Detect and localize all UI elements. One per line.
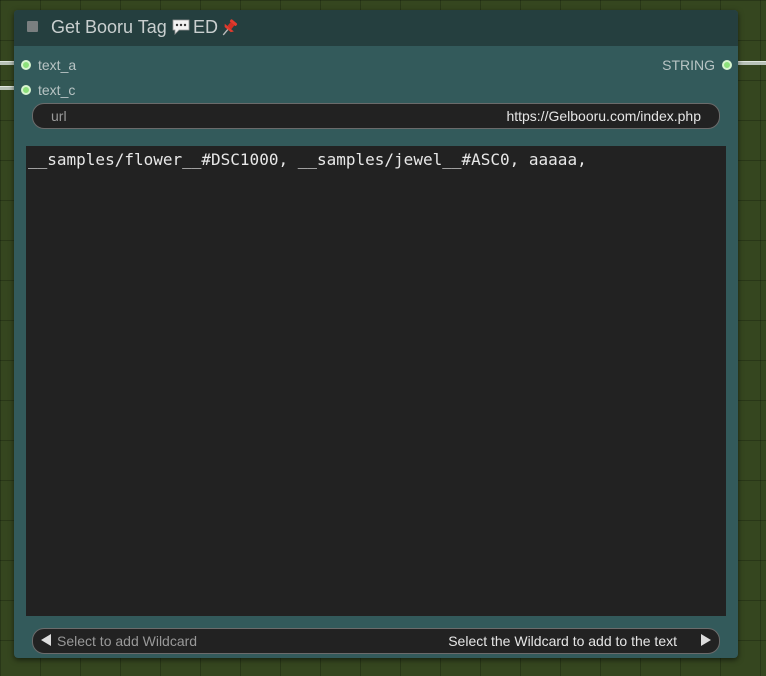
input-label-text-c: text_c <box>38 82 76 98</box>
speech-bubble-icon <box>172 19 190 35</box>
wildcard-combo-value: Select the Wildcard to add to the text <box>448 633 677 649</box>
pushpin-icon[interactable] <box>219 18 239 38</box>
node-badge-text: ED <box>193 17 219 37</box>
url-value: https://Gelbooru.com/index.php <box>506 108 701 124</box>
output-slot-string[interactable] <box>722 60 732 70</box>
url-label: url <box>51 108 67 124</box>
url-widget[interactable]: url https://Gelbooru.com/index.php <box>32 103 720 129</box>
text-input-area[interactable]: __samples/flower__#DSC1000, __samples/je… <box>26 146 726 616</box>
node-header[interactable]: Get Booru Tag ED <box>14 10 738 46</box>
node-title: Get Booru Tag <box>51 17 167 37</box>
wildcard-select-combo[interactable]: Select to add Wildcard Select the Wildca… <box>32 628 720 654</box>
input-slot-text-a[interactable] <box>21 60 31 70</box>
input-label-text-a: text_a <box>38 57 77 73</box>
wire-output <box>736 61 766 65</box>
wildcard-combo-label: Select to add Wildcard <box>57 633 198 649</box>
input-slot-text-c[interactable] <box>21 85 31 95</box>
combo-next-arrow-icon[interactable] <box>701 634 711 646</box>
combo-prev-arrow-icon[interactable] <box>41 634 51 646</box>
collapse-toggle-icon[interactable] <box>27 21 38 32</box>
output-label-string: STRING <box>662 57 715 73</box>
get-booru-tag-node[interactable]: Get Booru Tag ED text_a text_c STRING ur… <box>14 10 738 658</box>
